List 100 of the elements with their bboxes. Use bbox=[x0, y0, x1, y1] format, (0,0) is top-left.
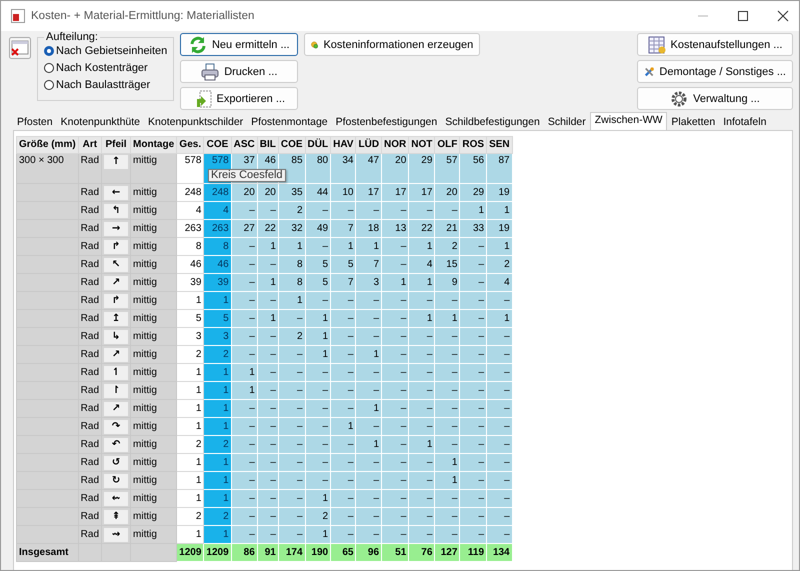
table-cell bbox=[16, 526, 78, 544]
table-cell: Rad bbox=[78, 472, 102, 490]
table-cell: Rad bbox=[78, 220, 102, 238]
table-cell: 4 bbox=[176, 202, 204, 220]
table-cell: – bbox=[278, 400, 306, 418]
table-cell: – bbox=[486, 418, 512, 436]
tab[interactable]: Knotenpunktschilder bbox=[144, 114, 248, 130]
maximize-icon[interactable] bbox=[737, 10, 749, 22]
table-cell: 1 bbox=[231, 382, 258, 400]
tab[interactable]: Pfosten bbox=[13, 114, 57, 130]
column-header[interactable]: COE bbox=[278, 136, 306, 154]
table-cell: – bbox=[305, 454, 331, 472]
table-cell: – bbox=[486, 382, 512, 400]
column-header[interactable]: Pfeil bbox=[102, 136, 131, 154]
settings-button[interactable]: Verwaltung ... bbox=[637, 87, 793, 110]
column-header[interactable]: HAV bbox=[330, 136, 356, 154]
table-cell bbox=[16, 256, 78, 274]
table-cell: Rad bbox=[78, 346, 102, 364]
column-header[interactable]: SEN bbox=[486, 136, 512, 154]
table-cell: 248 bbox=[176, 184, 204, 202]
table-cell: – bbox=[231, 508, 258, 526]
table-cell: mittig bbox=[130, 382, 177, 400]
table-cell bbox=[16, 238, 78, 256]
table-cell: 20 bbox=[434, 184, 460, 202]
tab[interactable]: Schilder bbox=[544, 114, 590, 130]
table-cell: – bbox=[231, 202, 258, 220]
column-header[interactable]: COE bbox=[204, 136, 232, 154]
tab[interactable]: Knotenpunkthüte bbox=[56, 114, 144, 130]
table-cell: 32 bbox=[278, 220, 306, 238]
refresh-button[interactable]: Neu ermitteln ... bbox=[180, 33, 298, 56]
table-cell: 1 bbox=[486, 310, 512, 328]
table-cell: 2 bbox=[176, 436, 204, 454]
print-button[interactable]: Drucken ... bbox=[180, 60, 298, 83]
table-cell: 2 bbox=[176, 508, 204, 526]
radio-option[interactable]: Nach Baulastträger bbox=[44, 79, 168, 91]
column-header[interactable]: ROS bbox=[460, 136, 487, 154]
tab[interactable]: Infotafeln bbox=[719, 114, 770, 130]
close-icon[interactable] bbox=[777, 10, 789, 22]
column-header[interactable]: Größe (mm) bbox=[16, 136, 78, 154]
table-cell: – bbox=[382, 292, 409, 310]
table-cell: – bbox=[278, 508, 306, 526]
exit-icon[interactable] bbox=[9, 37, 31, 59]
column-header[interactable]: OLF bbox=[434, 136, 460, 154]
table-cell: – bbox=[382, 472, 409, 490]
table-cell: – bbox=[231, 346, 258, 364]
tab[interactable]: Plaketten bbox=[667, 114, 720, 130]
table-cell: 27 bbox=[231, 220, 258, 238]
tab[interactable]: Zwischen-WW bbox=[590, 112, 668, 130]
column-header[interactable]: BIL bbox=[257, 136, 278, 154]
table-cell: – bbox=[434, 382, 460, 400]
column-header[interactable]: NOR bbox=[382, 136, 409, 154]
table-cell: 1 bbox=[356, 436, 382, 454]
table-cell: – bbox=[231, 328, 258, 346]
table-cell: – bbox=[356, 508, 382, 526]
column-header[interactable]: DÜL bbox=[305, 136, 331, 154]
column-header[interactable]: LÜD bbox=[356, 136, 382, 154]
table-cell bbox=[16, 184, 78, 202]
table-cell: 1 bbox=[176, 292, 204, 310]
table-cell: – bbox=[356, 328, 382, 346]
table-cell: – bbox=[231, 526, 258, 544]
table-cell: – bbox=[460, 526, 487, 544]
cost-list-button[interactable]: Kostenaufstellungen ... bbox=[637, 33, 793, 56]
tab[interactable]: Schildbefestigungen bbox=[441, 114, 544, 130]
table-cell: – bbox=[382, 526, 409, 544]
column-header[interactable]: Ges. bbox=[176, 136, 204, 154]
table-cell: 1 bbox=[278, 292, 306, 310]
table-cell bbox=[16, 472, 78, 490]
table-cell: 2 bbox=[278, 202, 306, 220]
table-cell: Rad bbox=[78, 256, 102, 274]
table-cell: Rad bbox=[78, 490, 102, 508]
table-cell: 46 bbox=[176, 256, 204, 274]
table-cell: 1 bbox=[408, 274, 435, 292]
export-button[interactable]: Exportieren ... bbox=[180, 87, 298, 110]
radio-option[interactable]: Nach Kostenträger bbox=[44, 62, 168, 74]
table-cell: – bbox=[486, 526, 512, 544]
table-cell bbox=[16, 346, 78, 364]
table-cell: mittig bbox=[130, 328, 177, 346]
table-cell: 1 bbox=[257, 274, 278, 292]
total-cell: 96 bbox=[356, 544, 382, 562]
table-cell: – bbox=[486, 436, 512, 454]
cost-info-button[interactable]: Kosteninformationen erzeugen bbox=[304, 33, 480, 56]
printer-icon bbox=[201, 62, 220, 80]
table-cell: 35 bbox=[278, 184, 306, 202]
table-cell: 2 bbox=[434, 238, 460, 256]
tab[interactable]: Pfostenbefestigungen bbox=[332, 114, 442, 130]
column-header[interactable]: NOT bbox=[408, 136, 435, 154]
tools-button[interactable]: Demontage / Sonstiges ... bbox=[637, 60, 793, 83]
table-cell: – bbox=[382, 382, 409, 400]
table-cell: Rad bbox=[78, 526, 102, 544]
table-cell: – bbox=[305, 400, 331, 418]
table-cell: mittig bbox=[130, 220, 177, 238]
table-cell: – bbox=[460, 508, 487, 526]
table-cell: 1 bbox=[305, 310, 331, 328]
table-cell: 1 bbox=[486, 238, 512, 256]
radio-option[interactable]: Nach Gebietseinheiten bbox=[44, 45, 168, 57]
column-header[interactable]: ASC bbox=[231, 136, 258, 154]
column-header[interactable]: Art bbox=[78, 136, 102, 154]
tab[interactable]: Pfostenmontage bbox=[247, 114, 332, 130]
table-cell: mittig bbox=[130, 184, 177, 202]
column-header[interactable]: Montage bbox=[130, 136, 177, 154]
